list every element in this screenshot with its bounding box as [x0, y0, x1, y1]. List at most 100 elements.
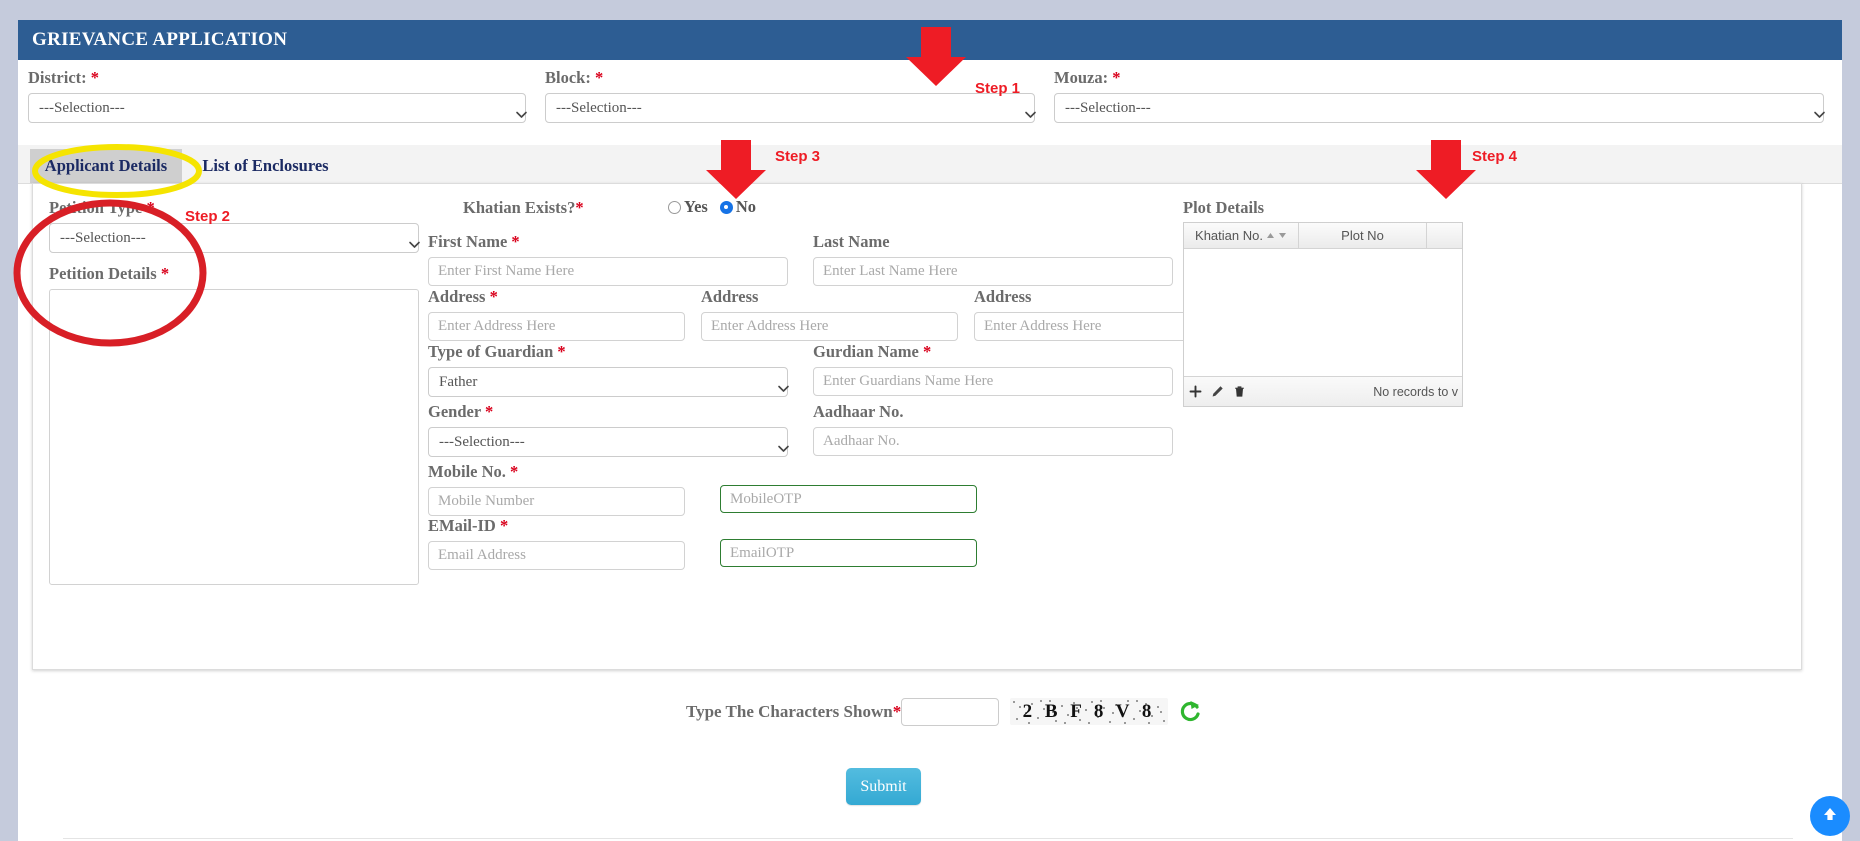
plot-details-toolbar: No records to v: [1184, 376, 1462, 406]
mouza-select[interactable]: ---Selection---: [1054, 93, 1825, 123]
plot-details-empty-message: No records to v: [1373, 384, 1458, 399]
district-label: District: *: [28, 68, 100, 87]
block-select[interactable]: ---Selection---: [545, 93, 1036, 123]
tab-applicant-details[interactable]: Applicant Details: [30, 149, 182, 183]
edit-icon[interactable]: [1206, 385, 1228, 398]
khatian-radio-no[interactable]: [719, 200, 733, 214]
required-marker: *: [923, 342, 932, 361]
mobile-label: Mobile No. *: [428, 462, 519, 481]
required-marker: *: [485, 402, 494, 421]
column-header-khatian-no[interactable]: Khatian No.: [1184, 223, 1299, 248]
step-1-arrow: [906, 27, 966, 86]
submit-button-label: Submit: [860, 777, 907, 795]
step-1-label: Step 1: [975, 80, 1021, 97]
required-marker: *: [146, 198, 155, 217]
tab-applicant-details-label: Applicant Details: [44, 156, 168, 175]
last-name-label: Last Name: [813, 232, 890, 251]
aadhaar-label: Aadhaar No.: [813, 402, 904, 421]
aadhaar-input[interactable]: Aadhaar No.: [813, 427, 1173, 456]
step-3-label: Step 3: [775, 148, 821, 165]
applicant-details-panel: Petition Type * ---Selection--- Petition…: [32, 183, 1802, 670]
required-marker: *: [575, 198, 584, 217]
email-input[interactable]: Email Address: [428, 541, 685, 570]
page-title: GRIEVANCE APPLICATION: [32, 29, 288, 50]
required-marker: *: [90, 68, 100, 87]
guardian-name-field: Gurdian Name * Enter Guardians Name Here: [813, 342, 1173, 396]
required-marker: *: [892, 702, 902, 721]
sort-ascending-icon[interactable]: [1266, 228, 1275, 243]
step-4-label: Step 4: [1472, 148, 1518, 165]
district-field: District: * ---Selection---: [28, 68, 527, 123]
tab-list-of-enclosures[interactable]: List of Enclosures: [188, 149, 343, 183]
mobile-input[interactable]: Mobile Number: [428, 487, 685, 516]
address-2-field: Address Enter Address Here: [701, 287, 958, 341]
plot-details-grid: Khatian No. Plot No No records to v: [1183, 222, 1463, 407]
guardian-type-field: Type of Guardian * Father: [428, 342, 789, 397]
email-otp-input[interactable]: EmailOTP: [720, 539, 977, 567]
required-marker: *: [511, 232, 520, 251]
captcha-row: Type The Characters Shown* 2 B F 8 V 8: [18, 692, 1842, 736]
gender-field: Gender * ---Selection---: [428, 402, 789, 457]
khatian-radio-yes[interactable]: [668, 200, 681, 214]
address-2-label: Address: [701, 287, 759, 306]
guardian-name-input[interactable]: Enter Guardians Name Here: [813, 367, 1173, 396]
column-header-plot-no[interactable]: Plot No: [1299, 223, 1427, 248]
arrow-up-icon: [1820, 804, 1840, 829]
required-marker: *: [1112, 68, 1121, 87]
plot-details-column: Plot Details Khatian No. Plot No No reco…: [1183, 198, 1473, 407]
gender-value: ---Selection---: [439, 433, 525, 450]
refresh-icon[interactable]: [1178, 698, 1202, 724]
petition-details-textarea[interactable]: [49, 289, 419, 585]
petition-details-label: Petition Details *: [49, 264, 170, 283]
submit-button[interactable]: Submit: [846, 768, 921, 805]
district-select-value: ---Selection---: [39, 99, 125, 116]
petition-column: Petition Type * ---Selection--- Petition…: [49, 198, 449, 585]
guardian-type-select[interactable]: Father: [428, 367, 789, 397]
captcha-input[interactable]: [901, 698, 999, 726]
petition-type-value: ---Selection---: [60, 229, 146, 246]
plot-details-title: Plot Details: [1183, 198, 1265, 217]
step-4-arrow: [1416, 140, 1476, 199]
district-select[interactable]: ---Selection---: [28, 93, 527, 123]
first-name-input[interactable]: Enter First Name Here: [428, 257, 788, 286]
last-name-input[interactable]: Enter Last Name Here: [813, 257, 1173, 286]
captcha-label: Type The Characters Shown*: [686, 702, 902, 721]
mobile-otp-input[interactable]: MobileOTP: [720, 485, 977, 513]
step-2-label: Step 2: [185, 208, 231, 225]
first-name-label: First Name *: [428, 232, 520, 251]
required-marker: *: [499, 516, 509, 535]
scroll-to-top-button[interactable]: [1810, 796, 1850, 836]
tab-list-of-enclosures-label: List of Enclosures: [202, 156, 329, 175]
address-2-input[interactable]: Enter Address Here: [701, 312, 958, 341]
guardian-type-value: Father: [439, 373, 478, 390]
plot-details-header-row: Khatian No. Plot No: [1184, 223, 1462, 249]
plot-details-body: [1184, 249, 1462, 373]
address-1-input[interactable]: Enter Address Here: [428, 312, 685, 341]
gender-label: Gender *: [428, 402, 494, 421]
footer-divider: [63, 838, 1793, 839]
email-otp-field: EmailOTP: [720, 539, 977, 567]
email-field: EMail-ID * Email Address: [428, 516, 685, 570]
last-name-field: Last Name Enter Last Name Here: [813, 232, 1173, 286]
required-marker: *: [160, 264, 170, 283]
mobile-field: Mobile No. * Mobile Number: [428, 462, 685, 516]
gender-select[interactable]: ---Selection---: [428, 427, 789, 457]
required-marker: *: [594, 68, 604, 87]
first-name-field: First Name * Enter First Name Here: [428, 232, 788, 286]
required-marker: *: [557, 342, 566, 361]
step-3-arrow: [706, 140, 766, 199]
column-header-plot-no-label: Plot No: [1341, 228, 1384, 243]
captcha-image: 2 B F 8 V 8: [1010, 698, 1168, 725]
mouza-label: Mouza: *: [1054, 68, 1121, 87]
mouza-field: Mouza: * ---Selection---: [1054, 68, 1825, 123]
petition-type-select[interactable]: ---Selection---: [49, 223, 420, 253]
guardian-name-label: Gurdian Name *: [813, 342, 932, 361]
sort-descending-icon[interactable]: [1278, 228, 1287, 243]
required-marker: *: [510, 462, 519, 481]
address-1-field: Address * Enter Address Here: [428, 287, 685, 341]
delete-icon[interactable]: [1228, 385, 1250, 398]
add-icon[interactable]: [1184, 385, 1206, 398]
captcha-text: 2 B F 8 V 8: [1022, 700, 1156, 722]
khatian-exists-row: Khatian Exists?* Yes No: [428, 197, 1188, 222]
khatian-radio-group: Yes No: [668, 197, 765, 217]
